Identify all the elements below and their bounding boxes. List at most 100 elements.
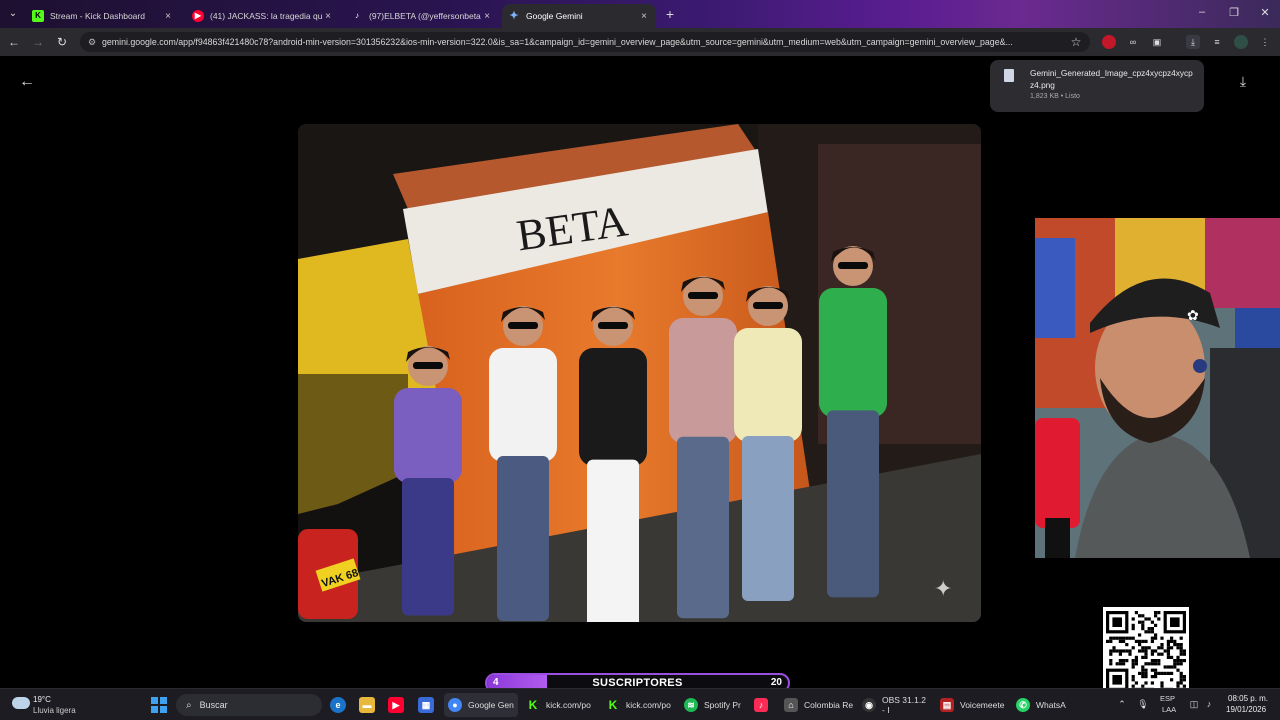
taskbar-app-label: Colombia Re [804, 700, 854, 710]
search-placeholder: Buscar [199, 700, 228, 710]
adidas-logo-icon: ✿ [1187, 307, 1199, 323]
language-code[interactable]: ESP [1160, 694, 1175, 703]
generated-image[interactable]: VAK 68 BETA ✦ [298, 124, 981, 622]
download-bubble[interactable]: Gemini_Generated_Image_cpz4xycpz4xycpz4.… [990, 60, 1204, 112]
taskbar-app-kick-1[interactable]: K kick.com/po [522, 693, 602, 717]
media-control-icon[interactable]: ≡ [1210, 35, 1224, 49]
store-icon[interactable]: ▦ [418, 697, 434, 713]
voicemeeter-icon: ▤ [940, 698, 954, 712]
file-explorer-icon[interactable]: ▬ [359, 697, 375, 713]
tab-strip: ⌄ K Stream - Kick Dashboard × ▶ (41) JAC… [0, 0, 1280, 28]
network-icon: ⌂ [784, 698, 798, 712]
windows-start-icon[interactable] [151, 697, 167, 713]
clock-date[interactable]: 19/01/2026 [1226, 705, 1266, 714]
kick-icon: K [608, 698, 618, 712]
profile-avatar-icon[interactable] [1234, 35, 1248, 49]
minimize-icon[interactable]: – [1192, 6, 1212, 18]
tiktok-icon: ♪ [754, 698, 768, 712]
browser-toolbar: ← → ↻ ⚙ gemini.google.com/app/f94863f421… [0, 28, 1280, 56]
tray-chevron-icon[interactable]: ⌃ [1116, 699, 1128, 710]
tab-title: Stream - Kick Dashboard [50, 11, 145, 21]
taskbar-app-network[interactable]: ⌂ Colombia Re [780, 693, 856, 717]
link-icon[interactable]: ∞ [1126, 35, 1140, 49]
close-window-icon[interactable]: ✕ [1255, 6, 1275, 19]
bookmark-star-icon[interactable]: ☆ [1068, 34, 1084, 50]
spotify-icon: ≋ [684, 698, 698, 712]
close-icon[interactable]: × [322, 11, 334, 22]
download-image-icon[interactable]: ⤓ [1234, 73, 1252, 90]
taskbar-app-label: kick.com/po [626, 700, 671, 710]
generated-image-graphic: VAK 68 BETA [298, 124, 981, 622]
taskbar-app-obs[interactable]: ◉ OBS 31.1.2 - I [858, 693, 930, 717]
whatsapp-icon: ✆ [1016, 698, 1030, 712]
tiktok-icon: ♪ [355, 11, 359, 20]
site-info-icon[interactable]: ⚙ [88, 37, 102, 48]
kick-icon: K [32, 10, 44, 22]
url-text[interactable]: gemini.google.com/app/f94863f421480c78?a… [102, 37, 1062, 47]
taskbar-app-spotify[interactable]: ≋ Spotify Pr [680, 693, 748, 717]
tab-search-chevron-icon[interactable]: ⌄ [4, 6, 22, 22]
taskbar-app-label: kick.com/po [546, 700, 591, 710]
tab-title: Google Gemini [526, 11, 583, 21]
taskbar-app-voicemeeter[interactable]: ▤ Voicemeete [936, 693, 1010, 717]
edge-icon[interactable]: e [330, 697, 346, 713]
microphone-icon[interactable]: 🎙 [1137, 699, 1149, 710]
tab-google-gemini[interactable]: ✦ Google Gemini × [502, 4, 656, 28]
webcam-overlay: ✿ [1035, 218, 1280, 558]
download-icon[interactable]: ⤓ [1186, 35, 1200, 49]
file-icon [1004, 69, 1014, 82]
new-tab-plus-icon[interactable]: + [662, 6, 678, 22]
webcam-graphic: ✿ [1035, 218, 1280, 558]
cloud-rain-icon[interactable] [12, 697, 30, 709]
person-6 [819, 246, 887, 598]
windows-taskbar: 19°C Lluvia ligera ⌕ Buscar e ▬ ▶ ▦ ● Go… [0, 688, 1280, 720]
search-icon: ⌕ [186, 699, 192, 711]
person-5 [734, 286, 802, 601]
restore-icon[interactable]: ❐ [1224, 6, 1244, 19]
more-menu-icon[interactable]: ⋮ [1258, 35, 1272, 49]
tab-title: (41) JACKASS: la tragedia que lo [210, 11, 322, 21]
taskbar-app-label: WhatsA [1036, 700, 1066, 710]
close-icon[interactable]: × [481, 11, 493, 22]
taskbar-app-label: Voicemeete [960, 700, 1005, 710]
tab-youtube-jackass[interactable]: ▶ (41) JACKASS: la tragedia que lo × [186, 4, 340, 28]
taskbar-search[interactable]: ⌕ Buscar [176, 694, 322, 716]
subscriber-goal: 20 [770, 677, 782, 688]
keyboard-layout[interactable]: LAA [1162, 705, 1176, 714]
obs-icon: ◉ [862, 698, 876, 712]
reload-icon[interactable]: ↻ [54, 34, 70, 50]
taskbar-app-chrome[interactable]: ● Google Gen [444, 693, 518, 717]
taskbar-app-tiktok[interactable]: ♪ [750, 693, 774, 717]
youtube-app-icon[interactable]: ▶ [388, 697, 404, 713]
gemini-sparkle-icon: ✦ [934, 576, 953, 601]
chrome-icon: ● [448, 698, 462, 712]
back-arrow-icon[interactable]: ← [18, 73, 36, 91]
person-3 [579, 306, 647, 622]
wifi-icon[interactable]: ◫ [1188, 699, 1200, 710]
weather-temp[interactable]: 19°C [33, 695, 51, 704]
tab-kick-dashboard[interactable]: K Stream - Kick Dashboard × [26, 4, 180, 28]
back-icon[interactable]: ← [6, 34, 22, 50]
qr-code [1103, 607, 1189, 695]
taskbar-app-kick-2[interactable]: K kick.com/po [602, 693, 678, 717]
download-filename[interactable]: Gemini_Generated_Image_cpz4xycpz4xycpz4.… [1030, 67, 1196, 91]
extensions-puzzle-icon[interactable]: ▣ [1150, 35, 1164, 49]
taskbar-app-label: OBS 31.1.2 - I [882, 695, 926, 715]
gemini-icon: ✦ [509, 10, 519, 22]
extension-red-icon[interactable] [1102, 35, 1116, 49]
taskbar-app-whatsapp[interactable]: ✆ WhatsA [1012, 693, 1072, 717]
close-icon[interactable]: × [162, 11, 174, 22]
tab-title: (97)ELBETA (@yeffersonbeta) | [369, 11, 481, 21]
clock-time[interactable]: 08:05 p. m. [1228, 694, 1268, 703]
qr-code-graphic [1106, 611, 1186, 691]
volume-icon[interactable]: ♪ [1203, 699, 1215, 709]
kick-icon: K [528, 698, 538, 712]
address-bar[interactable]: ⚙ gemini.google.com/app/f94863f421480c78… [80, 32, 1090, 52]
forward-icon[interactable]: → [30, 34, 46, 50]
download-meta: 1,823 KB • Listo [1030, 93, 1080, 100]
weather-desc[interactable]: Lluvia ligera [33, 706, 76, 715]
tab-tiktok-elbeta[interactable]: ♪ (97)ELBETA (@yeffersonbeta) | × [345, 4, 499, 28]
close-icon[interactable]: × [638, 11, 650, 22]
youtube-icon: ▶ [192, 10, 204, 22]
person-2 [489, 306, 557, 621]
